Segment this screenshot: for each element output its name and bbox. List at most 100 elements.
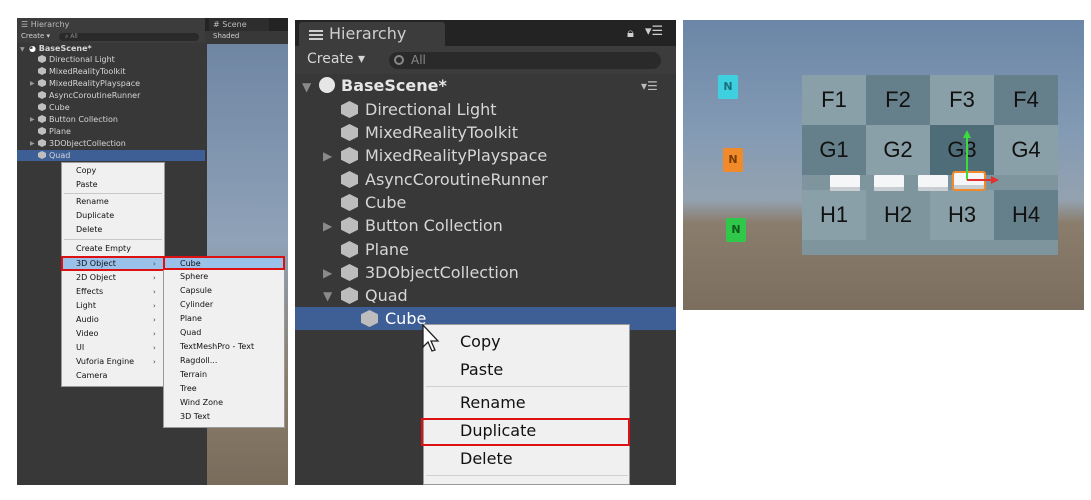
item-label: Quad [365, 286, 408, 305]
grid-cell[interactable]: F2 [866, 75, 930, 125]
hier-item-playspace[interactable]: MixedRealityPlayspace [341, 144, 547, 167]
grid-cell[interactable]: H4 [994, 190, 1058, 240]
hier-item-cube[interactable]: Cube [38, 102, 70, 113]
submenu-wind-zone[interactable]: Wind Zone [180, 396, 223, 410]
submenu-textmeshpro[interactable]: TextMeshPro - Text [180, 340, 254, 354]
item-label: Cube [49, 103, 70, 112]
create-button[interactable]: Create ▾ [307, 51, 365, 67]
scene-options-icon[interactable]: ▾☰ [641, 79, 658, 93]
create-button[interactable]: Create ▾ [21, 32, 50, 40]
tab-scene[interactable]: # Scene [209, 18, 269, 31]
submenu-ragdoll[interactable]: Ragdoll... [180, 354, 217, 368]
scene-root[interactable]: BaseScene* [319, 74, 447, 97]
menu-create-empty[interactable]: Create Empty [76, 242, 131, 256]
grid-cell[interactable]: G1 [802, 125, 866, 175]
mouse-cursor-icon [422, 323, 440, 352]
hier-item-plane[interactable]: Plane [38, 126, 71, 137]
search-input[interactable]: All [389, 52, 661, 69]
menu-ui[interactable]: UI [76, 341, 84, 355]
grid-cell[interactable]: H1 [802, 190, 866, 240]
menu-copy[interactable]: Copy [460, 331, 501, 353]
cube-button[interactable] [918, 175, 948, 191]
menu-paste[interactable]: Paste [76, 178, 98, 192]
menu-video[interactable]: Video [76, 327, 98, 341]
tab-hierarchy[interactable]: ☰ Hierarchy [17, 18, 205, 31]
expand-arrow-icon[interactable]: ▼ [323, 289, 332, 303]
cube-button[interactable] [874, 175, 904, 191]
move-gizmo-icon[interactable] [953, 125, 1003, 185]
menu-copy[interactable]: Copy [76, 164, 96, 178]
hier-item-directional-light[interactable]: Directional Light [341, 98, 497, 121]
search-input[interactable]: ⌕ All [59, 33, 199, 41]
menu-light[interactable]: Light [76, 299, 96, 313]
grid-cell[interactable]: F3 [930, 75, 994, 125]
grid-cell[interactable]: F4 [994, 75, 1058, 125]
collapse-arrow-icon[interactable]: ▶ [30, 140, 35, 147]
submenu-tree[interactable]: Tree [180, 382, 197, 396]
collapse-arrow-icon[interactable]: ▶ [323, 149, 332, 163]
item-label: MixedRealityToolkit [49, 67, 126, 76]
hierarchy-toolbar: Create ▾ All [295, 46, 676, 74]
menu-rename[interactable]: Rename [76, 195, 109, 209]
submenu-capsule[interactable]: Capsule [180, 284, 212, 298]
cube-button[interactable] [830, 175, 860, 191]
collapse-arrow-icon[interactable]: ▶ [30, 116, 35, 123]
menu-rename[interactable]: Rename [460, 392, 526, 414]
hier-item-plane[interactable]: Plane [341, 238, 409, 261]
menu-camera[interactable]: Camera [76, 369, 107, 383]
submenu-cylinder[interactable]: Cylinder [180, 298, 213, 312]
submenu-quad[interactable]: Quad [180, 326, 201, 340]
submenu-3d-text[interactable]: 3D Text [180, 410, 210, 424]
hier-item-cube[interactable]: Cube [341, 191, 406, 214]
grid-cell[interactable]: G2 [866, 125, 930, 175]
menu-delete[interactable]: Delete [460, 448, 513, 470]
scene-view-render[interactable]: N N N F1 F2 F3 F4 G1 G2 G3 G4 H1 H2 H3 H… [683, 20, 1084, 310]
menu-effects[interactable]: Effects [76, 285, 103, 299]
hier-item-quad[interactable]: Quad [17, 150, 205, 161]
hier-item-mrtk[interactable]: MixedRealityToolkit [38, 66, 125, 77]
menu-icon[interactable]: ▾☰ [645, 24, 663, 39]
hier-item-playspace[interactable]: MixedRealityPlayspace [38, 78, 140, 89]
expand-arrow-icon[interactable]: ▼ [20, 46, 25, 53]
hier-item-coroutine[interactable]: AsyncCoroutineRunner [341, 168, 548, 191]
grid-cell[interactable]: H2 [866, 190, 930, 240]
collapse-arrow-icon[interactable]: ▶ [30, 80, 35, 87]
collapse-arrow-icon[interactable]: ▶ [323, 266, 332, 280]
hier-item-button-collection[interactable]: Button Collection [341, 214, 503, 237]
grid-cell[interactable]: F1 [802, 75, 866, 125]
item-label: MixedRealityPlayspace [365, 146, 548, 165]
gameobject-icon [341, 101, 358, 118]
scene-root[interactable]: ◕ BaseScene* [29, 43, 92, 54]
hier-item-mrtk[interactable]: MixedRealityToolkit [341, 121, 518, 144]
item-label: Cube [365, 193, 407, 212]
submenu-terrain[interactable]: Terrain [180, 368, 207, 382]
gameobject-icon [38, 55, 46, 63]
grid-cell[interactable]: G4 [994, 125, 1058, 175]
hier-item-3dcollection[interactable]: 3DObjectCollection [38, 138, 126, 149]
search-placeholder: All [411, 53, 426, 67]
key-grid-board: F1 F2 F3 F4 G1 G2 G3 G4 H1 H2 H3 H4 [802, 75, 1058, 255]
scene-name: BaseScene* [341, 76, 447, 95]
expand-arrow-icon[interactable]: ▼ [302, 80, 311, 94]
submenu-sphere[interactable]: Sphere [180, 270, 208, 284]
grid-cell[interactable]: H3 [930, 190, 994, 240]
menu-vuforia[interactable]: Vuforia Engine [76, 355, 134, 369]
lock-icon[interactable]: 🔒︎ [627, 26, 634, 41]
hier-item-coroutine[interactable]: AsyncCoroutineRunner [38, 90, 140, 101]
shading-mode-dropdown[interactable]: Shaded [213, 32, 239, 40]
submenu-plane[interactable]: Plane [180, 312, 202, 326]
hier-item-directional-light[interactable]: Directional Light [38, 54, 115, 65]
hier-item-quad[interactable]: Quad [341, 284, 408, 307]
highlight-box [163, 256, 285, 270]
hier-item-button-collection[interactable]: Button Collection [38, 114, 118, 125]
menu-paste[interactable]: Paste [460, 359, 503, 381]
menu-duplicate[interactable]: Duplicate [76, 209, 114, 223]
hier-item-3dcollection[interactable]: 3DObjectCollection [341, 261, 519, 284]
collapse-arrow-icon[interactable]: ▶ [323, 219, 332, 233]
menu-2d-object[interactable]: 2D Object [76, 271, 116, 285]
item-label: MixedRealityToolkit [365, 123, 518, 142]
menu-delete[interactable]: Delete [76, 223, 102, 237]
item-label: Plane [49, 127, 71, 136]
menu-audio[interactable]: Audio [76, 313, 99, 327]
tab-hierarchy[interactable]: Hierarchy [299, 22, 445, 46]
